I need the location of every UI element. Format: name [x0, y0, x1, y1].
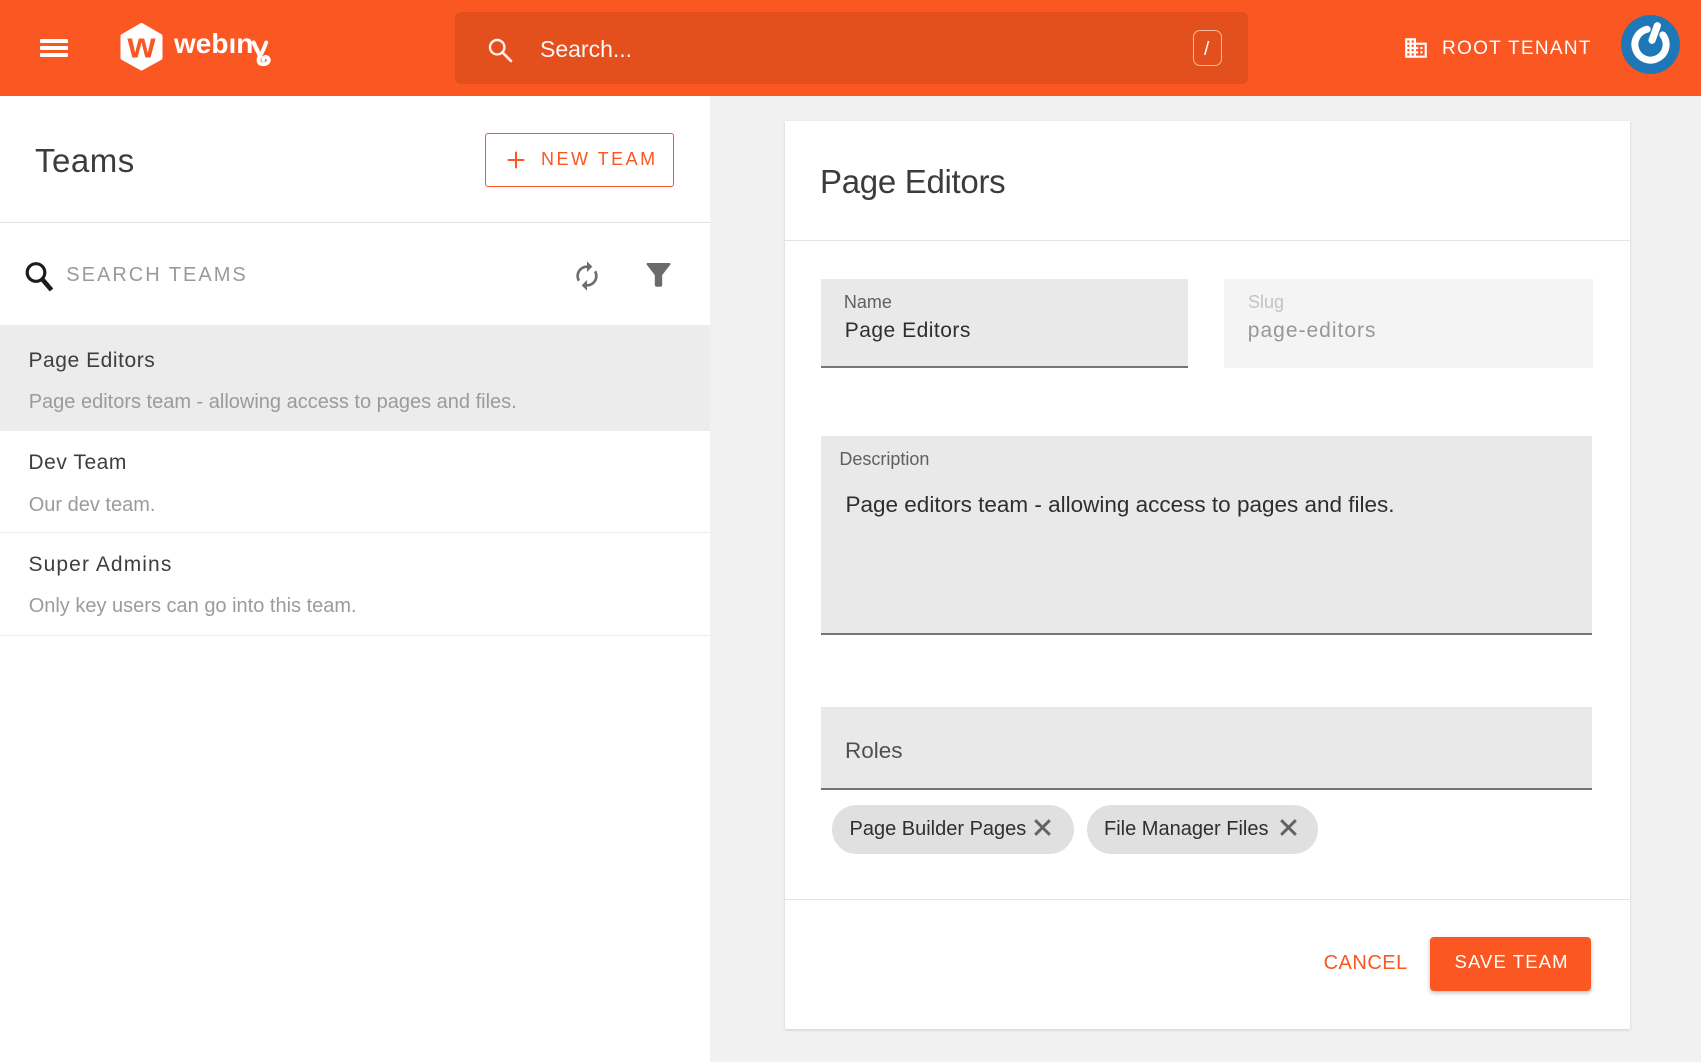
svg-text:w: w: [126, 25, 156, 66]
